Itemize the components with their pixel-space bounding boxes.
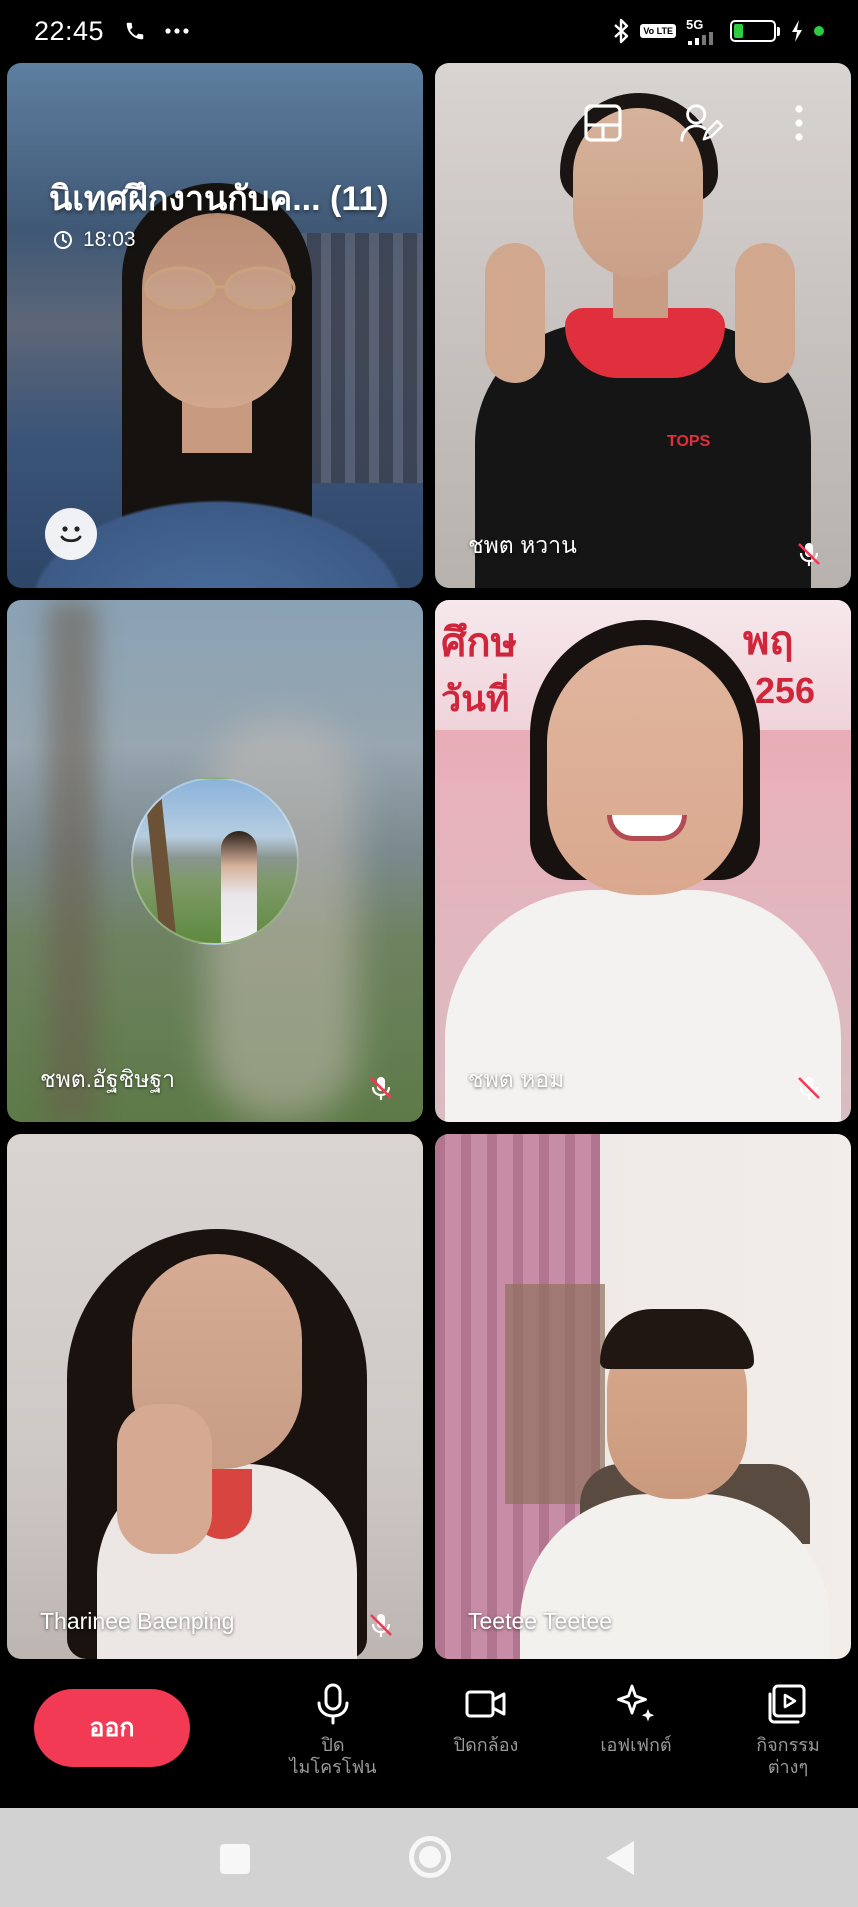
bluetooth-icon: [614, 18, 629, 44]
mic-muted-icon: [370, 1077, 392, 1100]
activities-play-icon: [768, 1684, 806, 1724]
effects-button[interactable]: เอฟเฟกต์: [571, 1682, 701, 1756]
battery-icon: 24: [730, 20, 780, 42]
privacy-indicator-dot: [814, 26, 824, 36]
effects-label: เอฟเฟกต์: [600, 1735, 672, 1755]
smiley-icon: [60, 526, 82, 543]
backdrop-text: วันที่: [441, 678, 510, 719]
video-tile-6[interactable]: Teetee Teetee: [435, 1134, 851, 1659]
meeting-title: นิเทศฝึกงานกับค... (11): [49, 180, 389, 218]
mic-muted-icon: [798, 1077, 820, 1100]
kebab-menu-icon: [795, 105, 803, 141]
mic-label-line1: ปิด: [321, 1735, 345, 1755]
participant-name: Tharinee Baenping: [40, 1608, 235, 1634]
network-type: 5G: [686, 16, 704, 32]
activities-label-line2: ต่างๆ: [767, 1757, 809, 1777]
mic-muted-icon: [798, 543, 820, 566]
battery-level: 24: [744, 22, 762, 40]
video-tile-2[interactable]: TOPS ชพต หวาน: [435, 63, 851, 588]
camera-label: ปิดกล้อง: [453, 1735, 519, 1755]
activities-label-line1: กิจกรรม: [756, 1735, 820, 1755]
participant-name: ชพต หอม: [468, 1066, 565, 1092]
video-camera-icon: [465, 1690, 506, 1718]
camera-toggle-button[interactable]: ปิดกล้อง: [421, 1682, 551, 1756]
signal-icon: [688, 31, 713, 45]
back-button[interactable]: [606, 1841, 634, 1875]
sparkle-icon: [617, 1684, 655, 1722]
recents-button[interactable]: [220, 1844, 250, 1874]
manage-participants-button[interactable]: [679, 101, 723, 145]
video-tile-5[interactable]: Tharinee Baenping: [7, 1134, 423, 1659]
more-dots-icon: [165, 28, 189, 34]
person-edit-icon: [680, 104, 723, 142]
elapsed-time: 18:03: [83, 228, 136, 251]
call-controls: ออก ปิด ไมโครโฟน ปิดกล้อง เอฟเฟกต์ กิจกรร…: [0, 1668, 858, 1808]
leave-call-button[interactable]: ออก: [34, 1689, 190, 1767]
clock-icon: [54, 231, 72, 249]
home-circle-icon: [419, 1846, 441, 1868]
layout-grid-icon: [584, 104, 622, 142]
backdrop-text: พฤ: [743, 619, 794, 663]
microphone-icon: [317, 1683, 349, 1725]
shirt-logo: TOPS: [667, 433, 711, 450]
participant-name: Teetee Teetee: [468, 1608, 613, 1634]
meeting-timer: 18:03: [53, 228, 136, 252]
backdrop-text: ศึกษ: [441, 621, 517, 665]
reaction-button[interactable]: [45, 508, 97, 560]
status-time: 22:45: [34, 15, 105, 46]
backdrop-text: 256: [755, 670, 816, 711]
participant-avatar: [131, 777, 299, 945]
video-tile-4[interactable]: ศึกษ พฤ วันที่ 256 ชพต หอม: [435, 600, 851, 1122]
mic-label-line2: ไมโครโฟน: [289, 1757, 377, 1777]
system-nav-bar: [0, 1808, 858, 1907]
activities-button[interactable]: กิจกรรม ต่างๆ: [723, 1682, 853, 1778]
mic-muted-icon: [370, 1614, 392, 1637]
more-options-button[interactable]: [777, 101, 821, 145]
charging-icon: [792, 20, 802, 42]
mic-toggle-button[interactable]: ปิด ไมโครโฟน: [268, 1682, 398, 1778]
layout-button[interactable]: [581, 101, 625, 145]
participant-name: ชพต.อัฐชิษฐา: [40, 1066, 175, 1092]
video-tile-1[interactable]: นิเทศฝึกงานกับค... (11) 18:03: [7, 63, 423, 588]
video-tile-3[interactable]: ชพต.อัฐชิษฐา: [7, 600, 423, 1122]
status-bar: 22:45 Vo LTE 5G 24: [0, 0, 858, 62]
home-button[interactable]: [409, 1836, 451, 1878]
phone-icon: [126, 22, 144, 40]
participant-name: ชพต หวาน: [468, 532, 577, 558]
volte-badge: Vo LTE: [640, 24, 676, 38]
